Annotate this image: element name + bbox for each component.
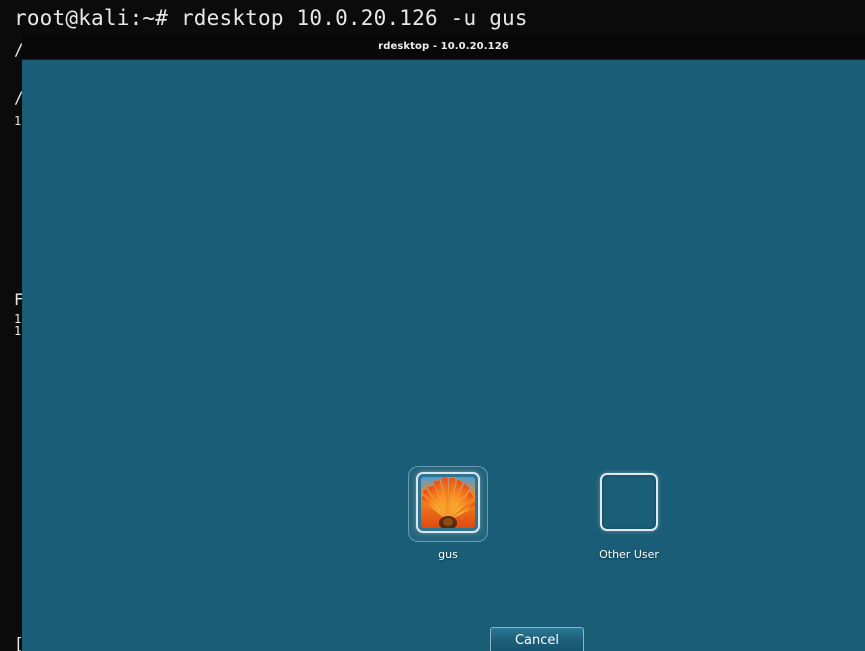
terminal-fragment: 1: [14, 324, 22, 338]
terminal-fragment: 1: [14, 114, 22, 128]
cancel-button[interactable]: Cancel: [490, 627, 584, 651]
terminal-fragment: /: [14, 88, 22, 107]
flower-icon: [421, 477, 475, 528]
user-name-other[interactable]: Other User: [584, 548, 674, 561]
user-tile-gus-frame[interactable]: [416, 472, 480, 533]
user-name-gus[interactable]: gus: [408, 548, 488, 561]
terminal-fragment: [: [14, 634, 22, 651]
desktop: root@kali:~# rdesktop 10.0.20.126 -u gus…: [0, 0, 865, 651]
terminal-fragment: /: [14, 40, 22, 59]
rdesktop-window[interactable]: rdesktop - 10.0.20.126 gus Other User Ca…: [22, 33, 865, 651]
window-title: rdesktop - 10.0.20.126: [378, 40, 509, 52]
blank-user-icon[interactable]: [600, 473, 658, 531]
terminal-fragment: F: [14, 290, 22, 309]
logon-screen: gus Other User Cancel: [22, 61, 865, 651]
window-titlebar[interactable]: rdesktop - 10.0.20.126: [22, 33, 865, 60]
terminal-command-line: root@kali:~# rdesktop 10.0.20.126 -u gus: [14, 6, 528, 30]
